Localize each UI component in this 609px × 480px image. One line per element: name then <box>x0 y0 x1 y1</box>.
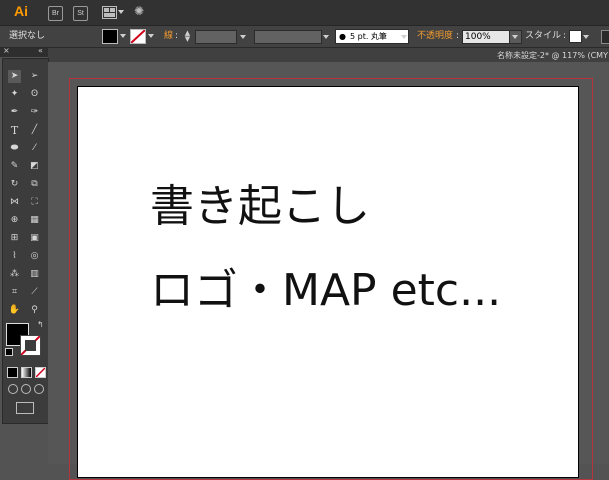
brush-definition[interactable]: ● 5 pt. 丸筆 <box>335 29 409 44</box>
close-icon[interactable]: × <box>3 46 10 55</box>
zoom-tool-icon[interactable]: ⚲ <box>28 304 41 317</box>
graphic-style-swatch[interactable] <box>569 30 582 43</box>
pen-tool-icon[interactable]: ✒ <box>8 106 21 119</box>
line-tool-icon[interactable]: ╱ <box>28 124 41 137</box>
paintbrush-tool-icon[interactable]: ⁄ <box>28 142 41 155</box>
artboard-text-line2[interactable]: ロゴ・MAP etc... <box>150 266 501 316</box>
swap-fill-stroke-icon[interactable]: ↰ <box>37 320 44 329</box>
arrange-dropdown-icon[interactable] <box>118 10 124 14</box>
slice-tool-icon[interactable]: ⟋ <box>28 286 41 299</box>
stroke-colon: : <box>175 31 179 41</box>
gradient-tool-icon[interactable]: ▣ <box>28 232 41 245</box>
default-colors-icon[interactable] <box>5 348 13 356</box>
shape-builder-tool-icon[interactable]: ⊕ <box>8 214 21 227</box>
mesh-tool-icon[interactable]: ⊞ <box>8 232 21 245</box>
gpu-performance-icon[interactable]: ✺ <box>134 4 148 18</box>
opacity-dropdown[interactable] <box>509 30 522 44</box>
screen-mode-icon[interactable] <box>16 402 34 414</box>
rotate-tool-icon[interactable]: ↻ <box>8 178 21 191</box>
magic-wand-tool-icon[interactable]: ✦ <box>8 88 21 101</box>
arrange-documents-icon[interactable] <box>102 6 117 19</box>
variable-width-profile[interactable] <box>254 30 322 44</box>
graphic-style-dropdown-icon[interactable] <box>583 35 589 39</box>
symbol-sprayer-tool-icon[interactable]: ⁂ <box>8 268 21 281</box>
stroke-color-box[interactable] <box>20 335 41 356</box>
lasso-tool-icon[interactable]: ʘ <box>28 88 41 101</box>
variable-width-dropdown-icon[interactable] <box>323 35 329 39</box>
color-mode-icon[interactable] <box>7 367 18 378</box>
curvature-tool-icon[interactable]: ✑ <box>28 106 41 119</box>
selection-status: 選択なし <box>9 31 46 41</box>
opacity-colon: : <box>456 31 460 41</box>
width-tool-icon[interactable]: ⋈ <box>8 196 21 209</box>
ellipse-tool-icon[interactable]: ⬬ <box>8 142 21 155</box>
stroke-weight-dropdown-icon[interactable] <box>240 35 246 39</box>
style-colon: : <box>563 31 567 41</box>
type-tool-icon[interactable]: T <box>8 124 21 137</box>
artboard-text-line1[interactable]: 書き起こし <box>150 182 370 232</box>
fill-swatch[interactable] <box>102 29 118 44</box>
column-graph-tool-icon[interactable]: ▥ <box>28 268 41 281</box>
gradient-mode-icon[interactable] <box>21 367 32 378</box>
free-transform-tool-icon[interactable]: ⛶ <box>28 196 41 209</box>
draw-behind-icon[interactable] <box>21 384 31 394</box>
direct-selection-tool-icon[interactable]: ➢ <box>28 70 41 83</box>
fill-dropdown-icon[interactable] <box>120 34 126 38</box>
draw-inside-icon[interactable] <box>34 384 44 394</box>
shaper-tool-icon[interactable]: ✎ <box>8 160 21 173</box>
none-mode-icon[interactable] <box>35 367 46 378</box>
stroke-weight-stepper[interactable]: ▲ ▼ <box>183 30 192 43</box>
eyedropper-tool-icon[interactable]: ⌇ <box>8 250 21 263</box>
style-label: スタイル <box>525 31 562 41</box>
stroke-swatch[interactable] <box>130 29 146 44</box>
document-setup-button[interactable] <box>601 30 609 44</box>
selection-tool-icon[interactable]: ➤ <box>8 70 21 83</box>
brush-label: 5 pt. 丸筆 <box>350 32 387 41</box>
tools-panel-header: × « <box>0 46 48 57</box>
menu-bar <box>0 0 609 26</box>
draw-normal-icon[interactable] <box>8 384 18 394</box>
app-logo: Ai <box>14 3 28 19</box>
bridge-button[interactable]: Br <box>48 6 63 21</box>
collapse-icon[interactable]: « <box>38 46 43 55</box>
perspective-grid-tool-icon[interactable]: ▦ <box>28 214 41 227</box>
hand-tool-icon[interactable]: ✋ <box>8 304 21 317</box>
document-tab[interactable]: 名称未設定-2* @ 117% (CMY <box>497 50 608 61</box>
stroke-weight-input[interactable] <box>195 30 237 44</box>
opacity-input[interactable]: 100% <box>462 30 511 44</box>
brush-dropdown-icon[interactable] <box>401 35 407 39</box>
scale-tool-icon[interactable]: ⧉ <box>28 178 41 191</box>
blend-tool-icon[interactable]: ◎ <box>28 250 41 263</box>
stroke-label[interactable]: 線 <box>164 30 173 42</box>
stroke-dropdown-icon[interactable] <box>148 34 154 38</box>
stock-button[interactable]: St <box>73 6 88 21</box>
eraser-tool-icon[interactable]: ◩ <box>28 160 41 173</box>
artboard-tool-icon[interactable]: ⌗ <box>8 286 21 299</box>
opacity-label[interactable]: 不透明度 <box>417 30 453 42</box>
